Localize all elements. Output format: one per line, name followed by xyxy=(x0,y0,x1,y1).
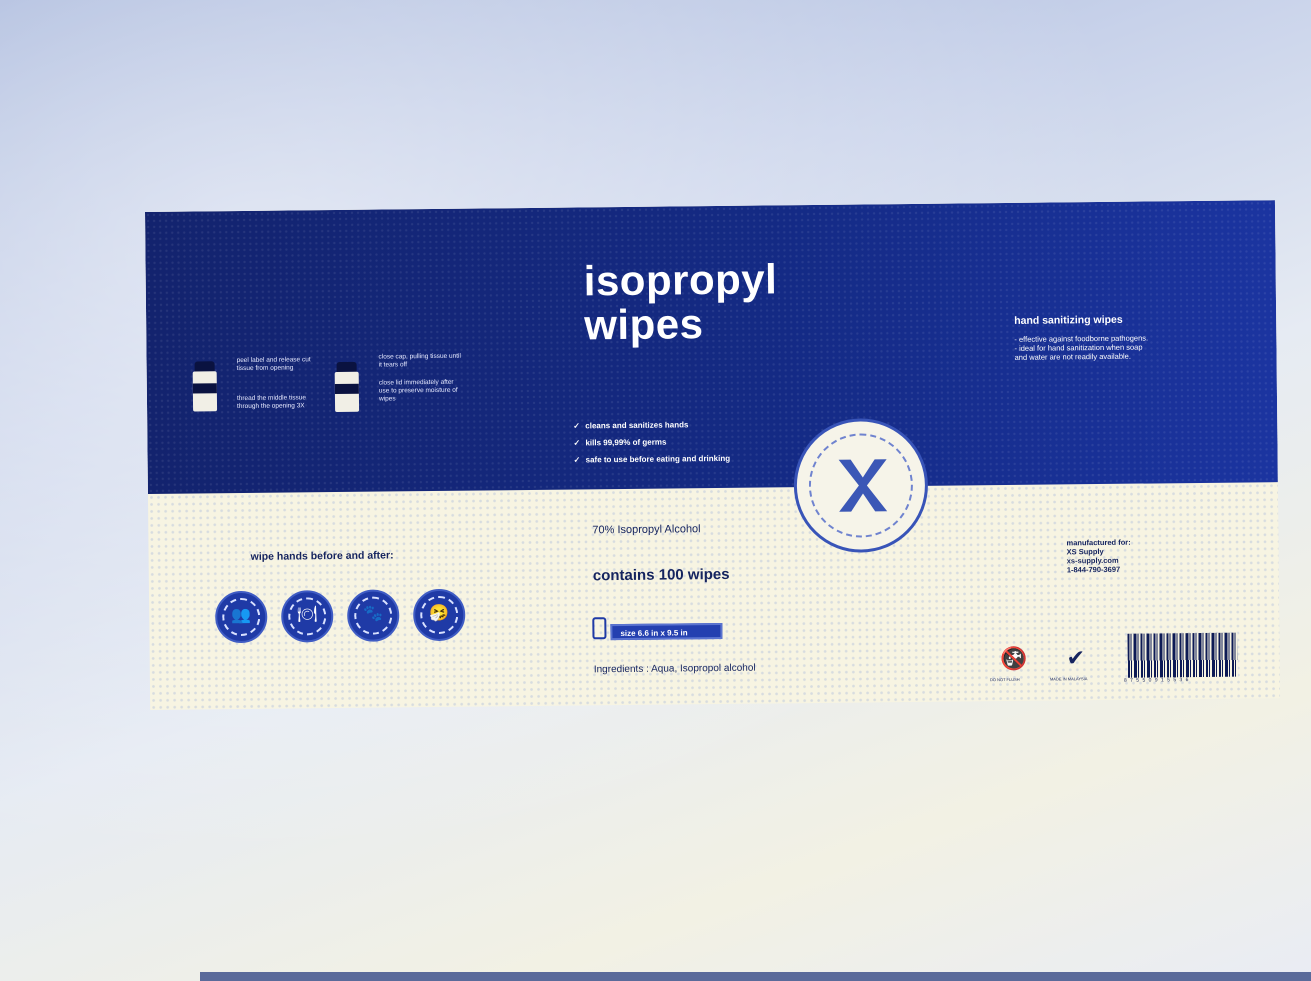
benefit-item: ✓ cleans and sanitizes hands xyxy=(573,416,730,435)
jar-icon xyxy=(334,361,360,413)
wipe-count: contains 100 wipes xyxy=(592,565,730,585)
checkmark-icon: ✔ xyxy=(1066,645,1086,671)
right-bullet-list: - effective against foodborne pathogens.… xyxy=(1014,333,1214,362)
right-bullet: and water are not readily available. xyxy=(1014,351,1131,362)
product-title: isopropyl wipes xyxy=(583,255,778,349)
benefit-text: cleans and sanitizes hands xyxy=(585,420,689,431)
wipe-size-icon xyxy=(592,617,607,640)
mark-caption: DO NOT FLUSH xyxy=(989,676,1020,683)
alcohol-content: 70% Isopropyl Alcohol xyxy=(592,523,701,537)
instructions-title xyxy=(246,291,406,305)
product-subtitle xyxy=(587,378,757,380)
size-badge: size 6.6 in x 9.5 in xyxy=(610,622,723,641)
picto-glyph: 🤧 xyxy=(429,604,450,623)
product-label: peel label and release cut tissue from o… xyxy=(145,200,1281,710)
title-line-2: wipes xyxy=(583,300,704,349)
barcode-number: 8 7 5 5 0 9 1 5 5 3 6 xyxy=(1123,677,1190,684)
picto-glyph: 🐾 xyxy=(363,605,384,623)
manufacturer-line: 1-844-790-3697 xyxy=(1066,564,1121,575)
benefit-text: safe to use before eating and drinking xyxy=(585,453,731,465)
instruction-step: thread the middle tissue through the ope… xyxy=(236,394,307,411)
jar-icon xyxy=(192,361,218,412)
title-line-1: isopropyl xyxy=(583,255,778,305)
screen-taskbar-edge xyxy=(200,972,1311,981)
checkmark-icon: ✓ xyxy=(573,438,581,448)
do-not-flush-icon: 🚱 xyxy=(999,645,1028,672)
ingredients: Ingredients : Aqua, Isopropol alcohol xyxy=(593,662,756,676)
instruction-step: close lid immediately after use to prese… xyxy=(378,378,458,403)
benefit-item: ✓ kills 99,99% of germs xyxy=(573,433,730,452)
people-icon: 👥 xyxy=(214,590,268,644)
instruction-step: peel label and release cut tissue from o… xyxy=(236,356,311,373)
instruction-step: close cap, pulling tissue until it tears… xyxy=(378,352,461,369)
right-heading: hand sanitizing wipes xyxy=(1014,313,1123,327)
benefit-item: ✓ safe to use before eating and drinking xyxy=(574,450,731,469)
pet-icon: 🐾 xyxy=(346,589,400,642)
xs-logo-icon xyxy=(793,417,929,554)
mark-caption: MADE IN MALAYSIA xyxy=(1049,676,1088,682)
benefit-text: kills 99,99% of germs xyxy=(585,437,667,448)
picto-glyph: 👥 xyxy=(231,606,252,625)
sneeze-icon: 🤧 xyxy=(412,588,466,642)
picto-glyph: 🍽 xyxy=(296,606,318,624)
checkmark-icon: ✓ xyxy=(573,421,581,431)
label-top-band: peel label and release cut tissue from o… xyxy=(145,200,1278,494)
wipe-hands-heading: wipe hands before and after: xyxy=(250,549,394,563)
barcode xyxy=(1127,632,1238,678)
xs-mark-icon xyxy=(838,459,888,512)
plate-icon: 🍽 xyxy=(280,590,334,643)
manufacturer-block: manufactured for: XS Supply xs-supply.co… xyxy=(1066,537,1186,575)
checkmark-icon: ✓ xyxy=(573,455,581,465)
benefit-list: ✓ cleans and sanitizes hands ✓ kills 99,99… xyxy=(573,416,730,469)
